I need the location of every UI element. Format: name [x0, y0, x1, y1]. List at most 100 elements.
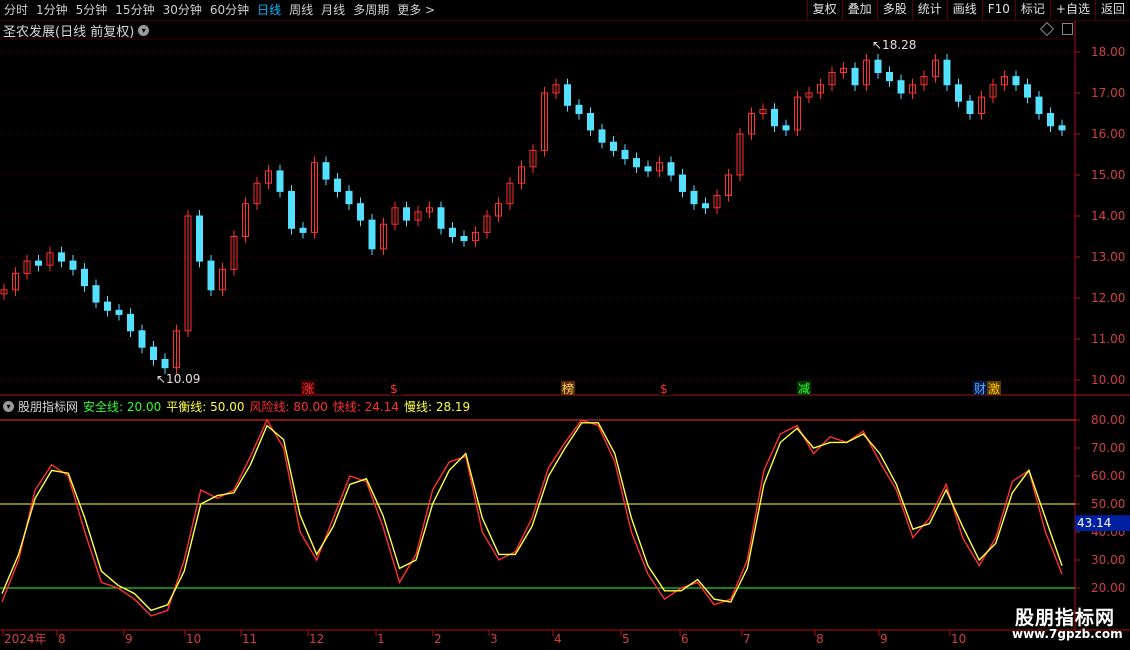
date-label: 10 [186, 632, 201, 646]
candle-body [633, 158, 640, 168]
event-marker: 减 [798, 382, 810, 396]
indicator-tick-label: 60.00 [1091, 469, 1125, 483]
watermark-title: 股朋指标网 [1015, 607, 1116, 629]
date-label: 4 [554, 632, 562, 646]
indicator-line [1, 418, 1063, 617]
date-label: 10 [951, 632, 966, 646]
fast-line-label: 快线: [332, 399, 361, 414]
candle-body [92, 285, 100, 303]
price-tick-label: 11.00 [1091, 332, 1125, 346]
date-label: 8 [58, 632, 66, 646]
chart-canvas[interactable]: 18.00 17.00 16.00 15.00 14.00 13.00 12.00 11.00… [0, 0, 1130, 650]
fast-line-value: 24.14 [364, 399, 399, 414]
candle-body [288, 190, 295, 229]
candle-body [69, 260, 77, 270]
candle-body [1012, 76, 1020, 86]
price-tick-label: 17.00 [1091, 86, 1125, 100]
candle-body [874, 59, 882, 74]
date-label: 11 [242, 632, 257, 646]
candle-body [127, 313, 134, 332]
candle-body [138, 330, 146, 348]
date-label: 9 [880, 632, 888, 646]
indicator-name: 股朋指标网 [18, 399, 79, 414]
watermark-url: www.7gpzb.com [1012, 627, 1123, 641]
chevron-down-icon[interactable]: ▾ [3, 400, 14, 412]
date-label: 2024年 [4, 632, 47, 646]
date-label: 6 [681, 632, 689, 646]
candle-body [437, 207, 445, 229]
price-tick-label: 16.00 [1091, 127, 1125, 141]
candle-body [1035, 96, 1043, 114]
date-label: 3 [490, 632, 498, 646]
date-label: 7 [743, 632, 751, 646]
price-tick-label: 15.00 [1091, 168, 1125, 182]
candle-body [299, 227, 307, 233]
price-tick-label: 14.00 [1091, 209, 1125, 223]
candle-body [322, 162, 330, 180]
balance-line-legend: 平衡线: 50.00 [166, 398, 244, 415]
balance-line-label: 平衡线: [166, 399, 207, 414]
candle-body [81, 268, 88, 287]
price-tick-label: 10.00 [1091, 373, 1125, 387]
risk-line-legend: 风险线: 80.00 [249, 398, 327, 415]
date-label: 2 [434, 632, 442, 646]
balance-line-value: 50.00 [210, 399, 245, 414]
candle-body [460, 236, 468, 242]
candle-body [1047, 113, 1054, 127]
price-tick-label: 13.00 [1091, 250, 1125, 264]
candle-body [851, 67, 859, 86]
indicator-tick-label: 30.00 [1091, 553, 1125, 567]
candle-body [357, 203, 364, 221]
event-marker: 财 [974, 382, 986, 396]
candle-body [897, 80, 905, 94]
candle-body [368, 219, 376, 250]
candle-body [161, 359, 169, 369]
fast-line-legend: 快线: 24.14 [333, 398, 399, 415]
candle-body [621, 149, 629, 160]
price-tick-label: 12.00 [1091, 291, 1125, 305]
candle-body [104, 301, 111, 311]
candle-body [679, 174, 686, 192]
slow-line-value: 28.19 [435, 399, 471, 414]
candle-body [207, 260, 215, 291]
candle-body [564, 84, 571, 106]
candle-body [345, 190, 353, 205]
candle-body [587, 113, 594, 131]
candle-body [115, 309, 123, 315]
price-low-label: ↖10.09 [156, 372, 200, 386]
date-label: 9 [125, 632, 133, 646]
price-tick-label: 18.00 [1091, 45, 1125, 59]
safe-line-legend: 安全线: 20.00 [83, 398, 161, 415]
indicator-tick-label: 50.00 [1091, 497, 1125, 511]
candle-body [35, 260, 42, 266]
candle-body [886, 72, 893, 82]
slow-line-label: 慢线: [403, 399, 432, 414]
date-label: 8 [816, 632, 824, 646]
indicator-tick-label: 80.00 [1091, 413, 1125, 427]
candle-body [943, 59, 951, 86]
risk-line-label: 风险线: [249, 399, 290, 414]
event-marker: $ [660, 382, 668, 396]
candle-body [667, 162, 675, 176]
candle-body [610, 141, 617, 151]
safe-line-value: 20.00 [126, 399, 162, 414]
candle-body [690, 190, 698, 205]
event-marker: 激 [988, 382, 1000, 396]
candle-body [575, 104, 583, 115]
candle-body [58, 252, 65, 262]
candle-body [955, 84, 962, 102]
event-marker: 榜 [562, 381, 574, 396]
event-marker: 涨 [302, 381, 314, 396]
candle-body [782, 125, 790, 131]
candle-body [702, 203, 709, 209]
safe-line-label: 安全线: [83, 399, 124, 414]
candle-body [196, 215, 203, 262]
indicator-tick-label: 20.00 [1091, 581, 1125, 595]
candle-body [598, 129, 606, 143]
candle-body [771, 108, 778, 127]
candle-body [276, 170, 284, 192]
date-label: 1 [377, 632, 385, 646]
indicator-tick-label: 70.00 [1091, 441, 1125, 455]
candle-body [403, 207, 410, 221]
candle-body [449, 227, 456, 238]
